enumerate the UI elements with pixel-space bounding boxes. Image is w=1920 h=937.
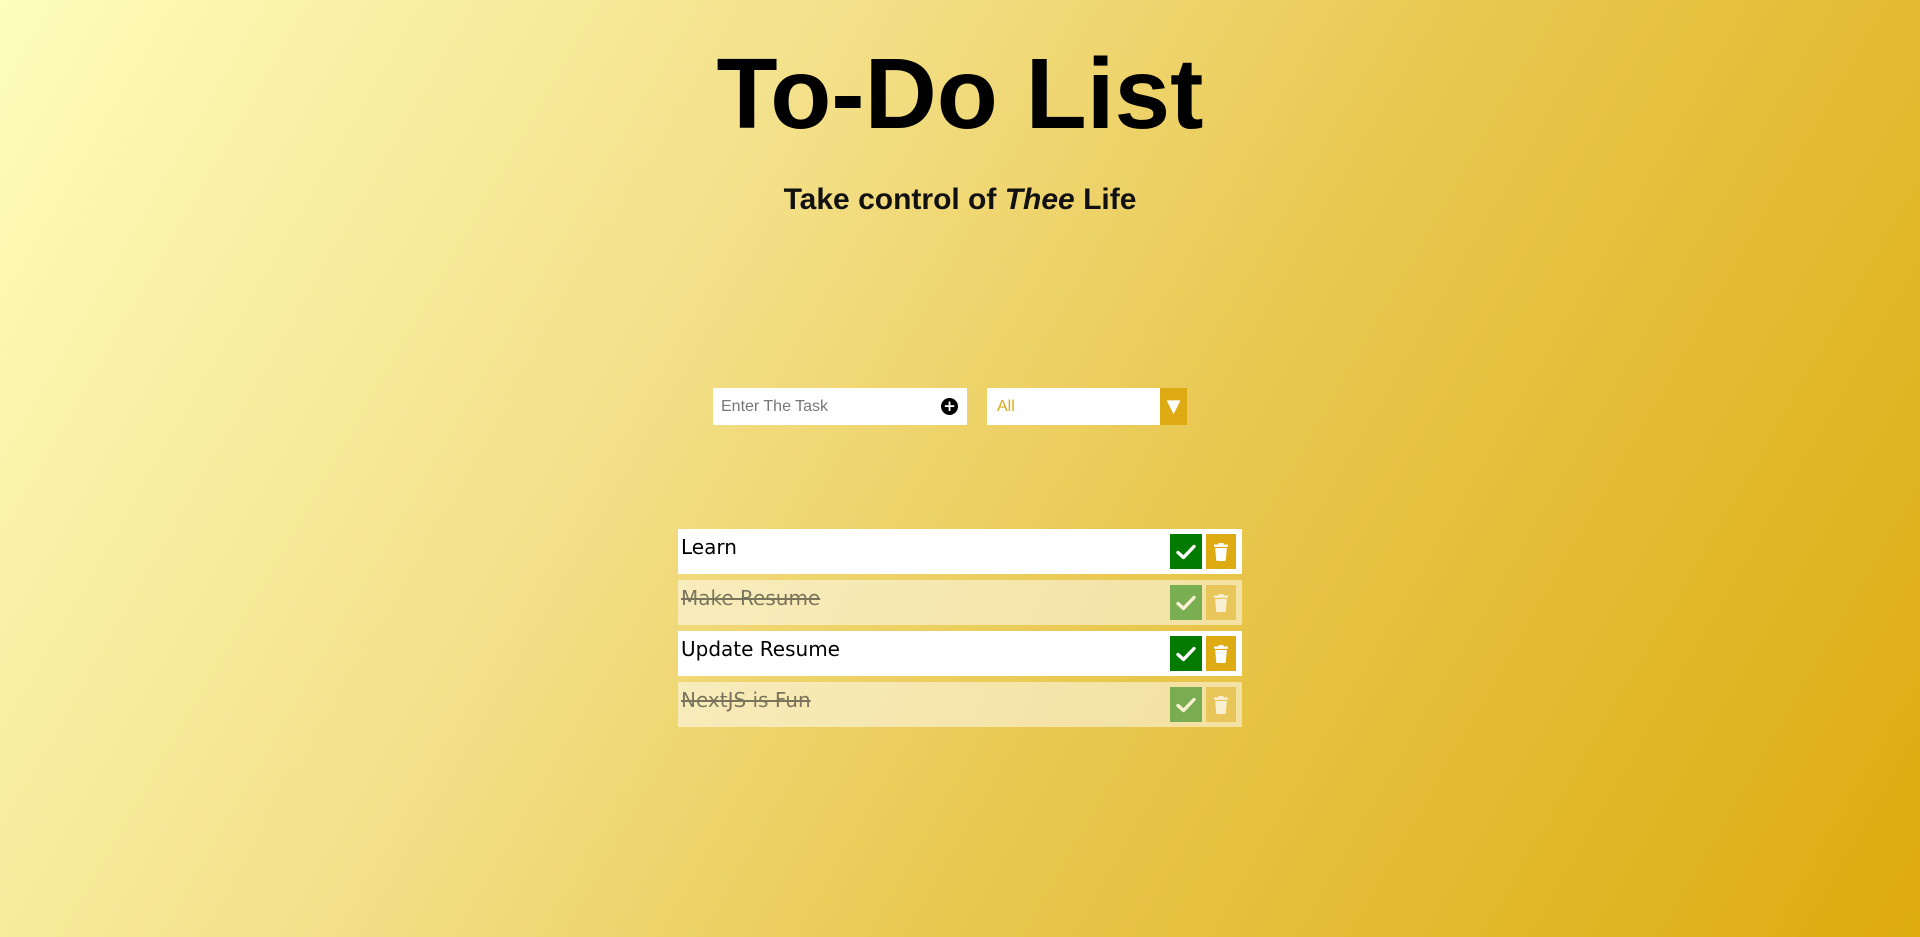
todo-text: NextJS is Fun: [681, 688, 811, 712]
trash-icon: [1214, 542, 1228, 561]
subtitle-suffix: Life: [1074, 183, 1137, 216]
todo-text: Learn: [681, 535, 737, 559]
delete-button[interactable]: [1206, 585, 1236, 620]
task-input[interactable]: [713, 388, 931, 425]
complete-button[interactable]: [1170, 534, 1202, 569]
trash-icon: [1214, 695, 1228, 714]
check-icon: [1176, 544, 1196, 559]
task-input-container: +: [713, 388, 967, 425]
todo-list: Learn Make Resume Update Resume NextJS i…: [678, 529, 1242, 733]
check-icon: [1176, 595, 1196, 610]
trash-icon: [1214, 593, 1228, 612]
check-icon: [1176, 646, 1196, 661]
subtitle-prefix: Take control of: [783, 183, 1005, 216]
triangle-down-icon[interactable]: ▼: [1160, 388, 1187, 425]
todo-item: Make Resume: [678, 580, 1242, 625]
delete-button[interactable]: [1206, 687, 1236, 722]
todo-item: NextJS is Fun: [678, 682, 1242, 727]
filter-selected-value: All: [997, 398, 1015, 415]
delete-button[interactable]: [1206, 534, 1236, 569]
complete-button[interactable]: [1170, 636, 1202, 671]
todo-item: Learn: [678, 529, 1242, 574]
check-icon: [1176, 697, 1196, 712]
todo-text: Update Resume: [681, 637, 840, 661]
trash-icon: [1214, 644, 1228, 663]
delete-button[interactable]: [1206, 636, 1236, 671]
subtitle-emphasis: Thee: [1004, 183, 1075, 216]
page-title: To-Do List: [716, 38, 1204, 150]
add-task-button[interactable]: +: [941, 398, 958, 415]
filter-select[interactable]: All ▼: [987, 388, 1187, 425]
todo-item: Update Resume: [678, 631, 1242, 676]
complete-button[interactable]: [1170, 585, 1202, 620]
todo-text: Make Resume: [681, 586, 821, 610]
plus-circle-icon: +: [943, 397, 956, 415]
complete-button[interactable]: [1170, 687, 1202, 722]
page-subtitle: Take control of Thee Life: [0, 182, 1920, 218]
